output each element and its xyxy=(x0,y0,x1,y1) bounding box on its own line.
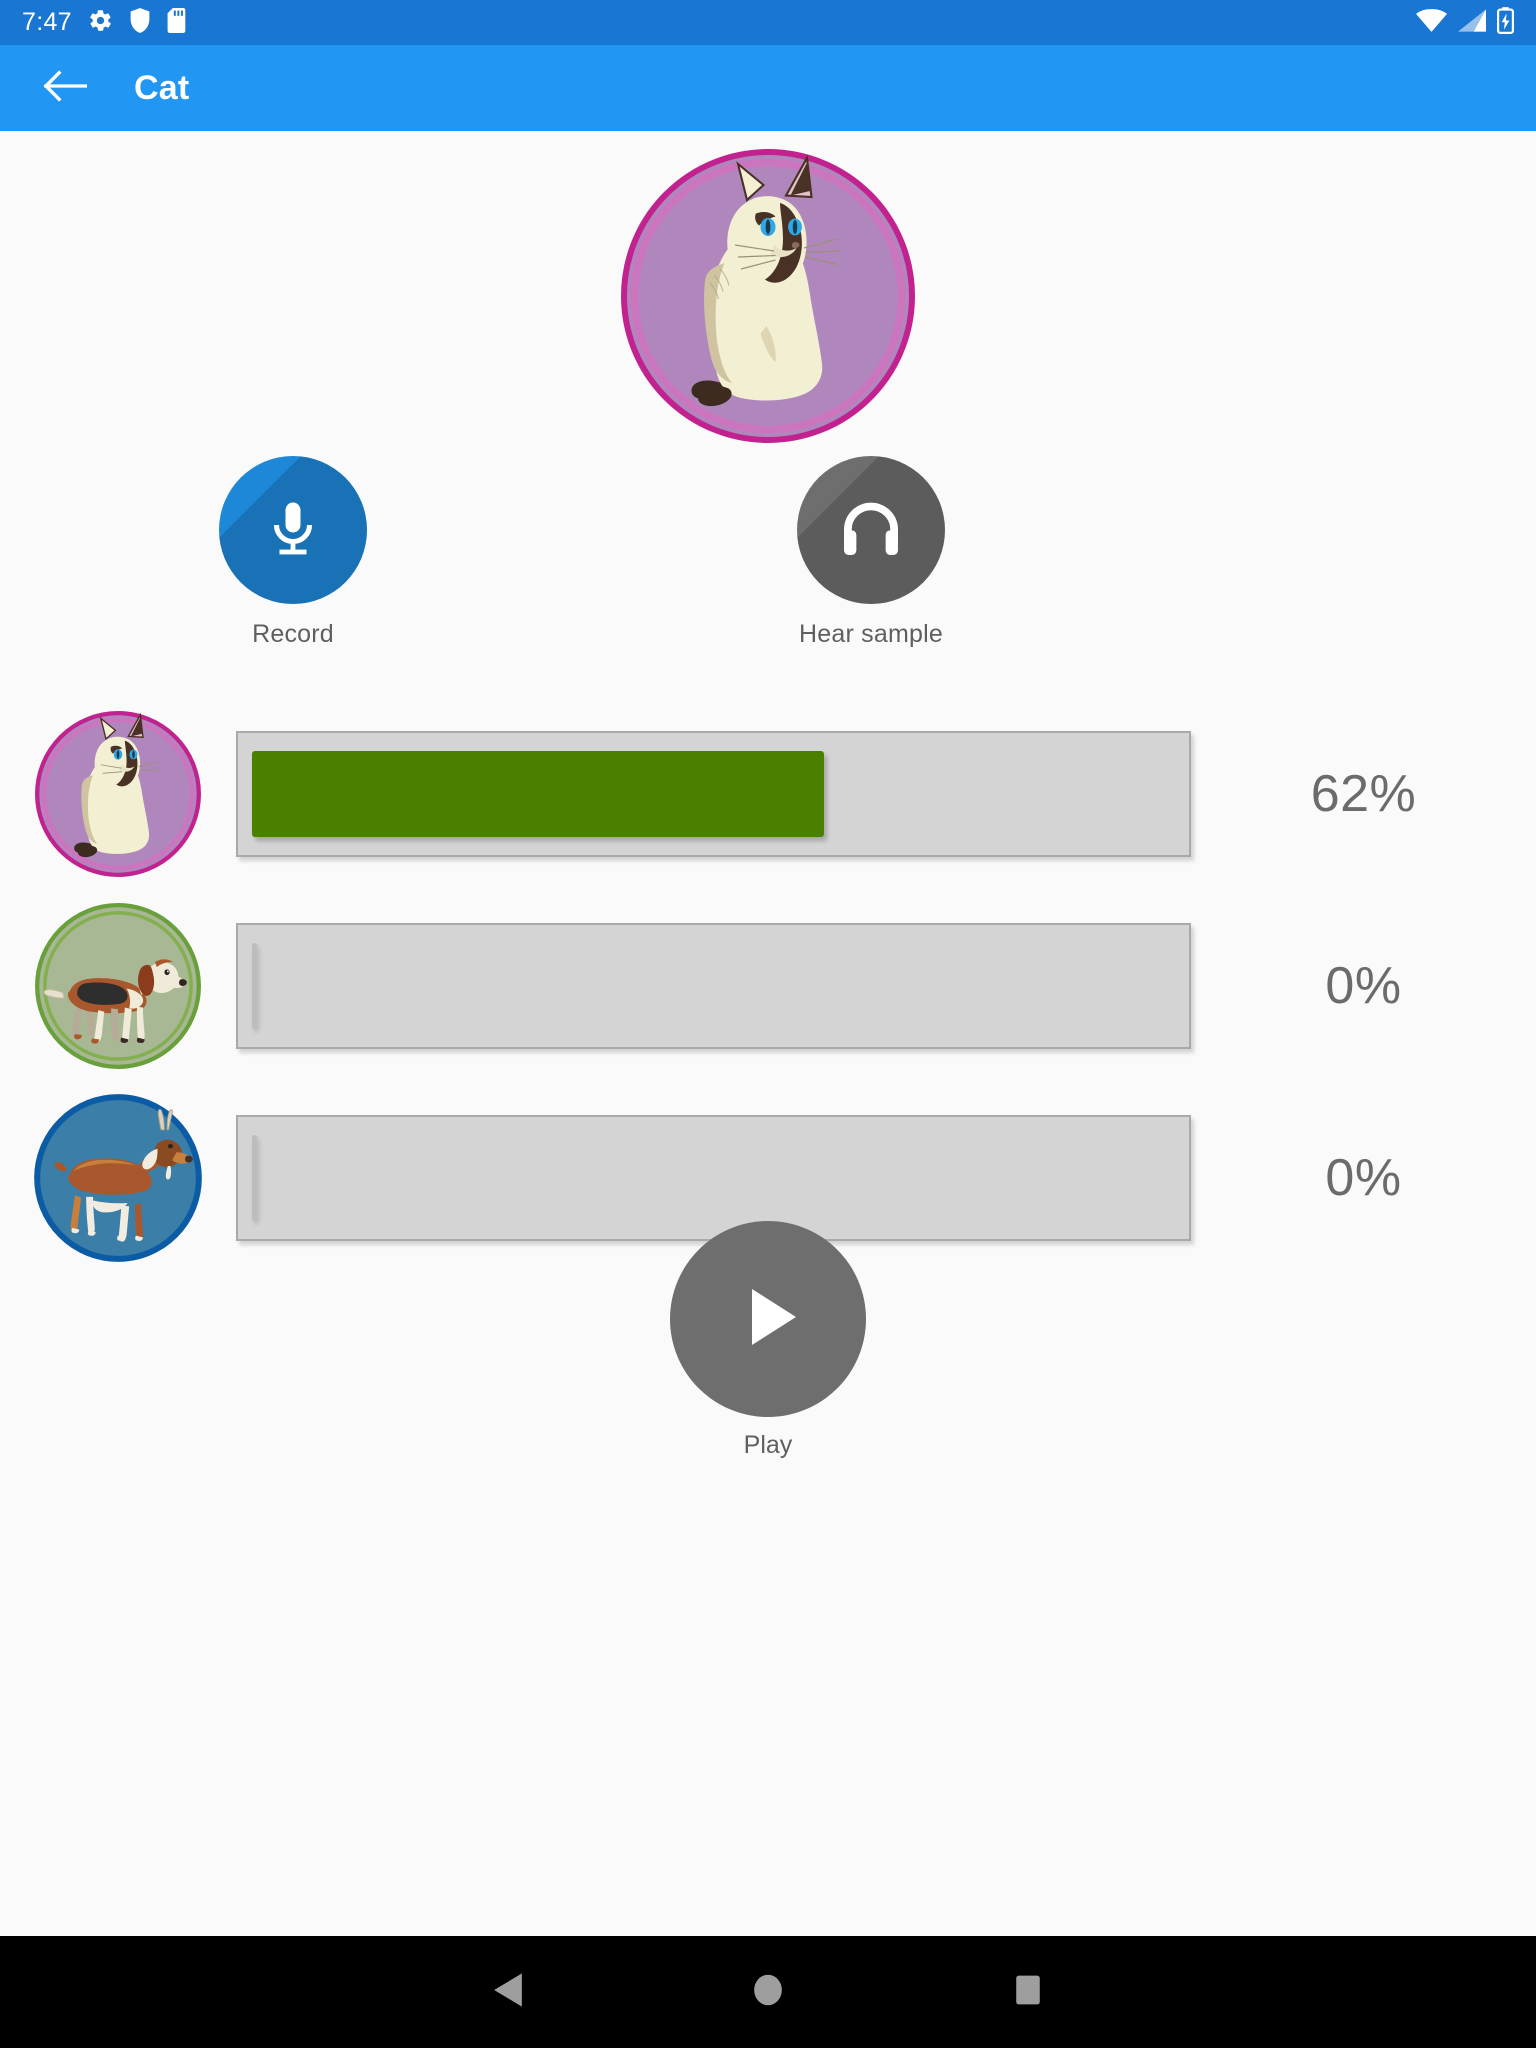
status-bar-right xyxy=(1416,6,1514,39)
nav-recents-square-icon xyxy=(1013,1973,1043,2012)
hear-sample-fab[interactable] xyxy=(797,456,945,604)
wifi-icon xyxy=(1416,8,1447,37)
page-title: Cat xyxy=(134,68,190,107)
dog-avatar[interactable] xyxy=(32,900,204,1072)
headphones-icon xyxy=(834,491,908,570)
main-content: Record Hear sample 62% 0% 0% Play xyxy=(0,131,1536,1936)
progress-bar-cat-fill xyxy=(252,751,824,837)
cat-avatar xyxy=(618,146,918,446)
score-rows: 62% 0% 0% xyxy=(0,711,1536,1262)
gear-icon xyxy=(88,8,113,38)
record-button-label: Record xyxy=(252,620,334,648)
nav-home-button[interactable] xyxy=(638,1972,898,2013)
play-triangle-icon xyxy=(720,1269,816,1370)
score-row-dog: 0% xyxy=(0,903,1536,1069)
android-navigation-bar xyxy=(0,1936,1536,2048)
battery-charging-icon xyxy=(1496,6,1514,39)
hero-animal-container xyxy=(0,146,1536,446)
score-row-cat-avatar-cell xyxy=(0,708,236,880)
percent-cell-goat: 0% xyxy=(1191,1148,1536,1208)
nav-back-button[interactable] xyxy=(378,1972,638,2013)
percent-cell-cat: 62% xyxy=(1191,764,1536,824)
action-buttons-row: Record Hear sample xyxy=(0,456,1536,676)
progress-bar-dog xyxy=(236,923,1191,1049)
nav-recents-button[interactable] xyxy=(898,1973,1158,2012)
microphone-icon xyxy=(257,492,329,569)
app-root: 7:47 Cat Record Hear sample 62% 0% 0% Pl… xyxy=(0,0,1536,2048)
record-fab[interactable] xyxy=(219,456,367,604)
score-row-cat: 62% xyxy=(0,711,1536,877)
score-row-dog-avatar-cell xyxy=(0,900,236,1072)
status-bar-clock: 7:47 xyxy=(22,8,72,36)
nav-back-triangle-icon xyxy=(491,1972,525,2013)
cat-avatar[interactable] xyxy=(32,708,204,880)
percent-label-goat: 0% xyxy=(1325,1149,1402,1207)
play-button-container: Play xyxy=(0,1221,1536,1460)
sd-card-icon xyxy=(167,7,189,38)
play-button-label: Play xyxy=(743,1431,793,1459)
progress-bar-dog-fill xyxy=(252,943,257,1029)
back-button[interactable] xyxy=(34,57,96,119)
app-bar: Cat xyxy=(0,45,1536,131)
cellular-signal-icon xyxy=(1458,8,1486,37)
shield-icon xyxy=(129,7,151,38)
arrow-left-icon xyxy=(43,68,88,109)
record-button[interactable]: Record xyxy=(178,456,408,649)
percent-label-dog: 0% xyxy=(1325,957,1402,1015)
hear-sample-button-label: Hear sample xyxy=(799,620,943,648)
hear-sample-button[interactable]: Hear sample xyxy=(756,456,986,649)
nav-home-circle-icon xyxy=(751,1972,785,2013)
percent-label-cat: 62% xyxy=(1310,765,1417,823)
progress-bar-goat-fill xyxy=(252,1135,257,1221)
status-bar: 7:47 xyxy=(0,0,1536,45)
status-bar-left: 7:47 xyxy=(22,7,189,38)
play-button[interactable] xyxy=(670,1221,866,1417)
progress-bar-cat xyxy=(236,731,1191,857)
percent-cell-dog: 0% xyxy=(1191,956,1536,1016)
